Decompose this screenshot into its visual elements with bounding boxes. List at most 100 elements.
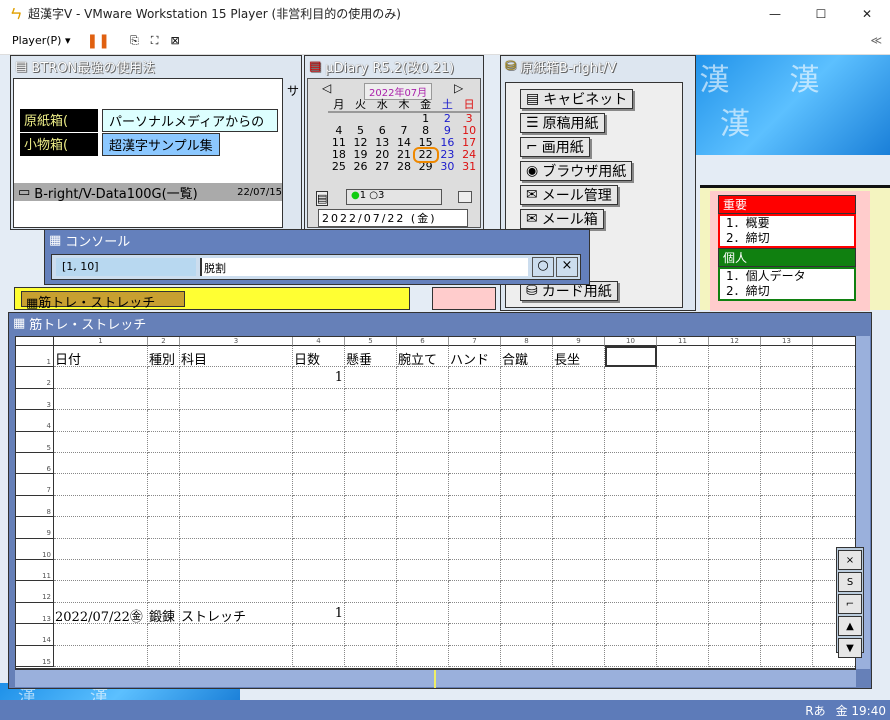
table-cell[interactable] [605, 495, 657, 518]
table-cell[interactable] [605, 581, 657, 603]
table-cell[interactable] [553, 581, 605, 603]
console-cancel-button[interactable]: × [556, 257, 578, 277]
table-cell[interactable] [345, 367, 397, 389]
table-cell[interactable] [54, 624, 148, 646]
table-cell[interactable] [148, 431, 180, 453]
table-cell[interactable] [605, 367, 657, 389]
table-cell[interactable] [709, 560, 761, 582]
column-header[interactable]: 3 [180, 337, 293, 346]
table-cell[interactable] [657, 388, 709, 411]
table-cell[interactable] [345, 388, 397, 411]
toolbox-button[interactable]: ⌐ [838, 594, 862, 614]
header-cell[interactable]: ハンド [449, 346, 501, 368]
table-cell[interactable] [709, 474, 761, 496]
table-cell[interactable] [293, 560, 345, 582]
row-header[interactable]: 12 [16, 581, 54, 603]
table-cell[interactable] [397, 495, 449, 518]
table-cell[interactable] [180, 538, 293, 560]
table-cell[interactable] [501, 538, 553, 560]
table-cell[interactable] [449, 431, 501, 453]
row-header[interactable]: 14 [16, 624, 54, 646]
table-cell[interactable] [293, 431, 345, 453]
table-cell[interactable] [397, 581, 449, 603]
day-cell[interactable]: 31 [458, 161, 480, 173]
column-header[interactable]: 4 [293, 337, 345, 346]
table-cell[interactable] [449, 624, 501, 646]
column-header[interactable]: 2 [148, 337, 180, 346]
table-cell[interactable] [180, 453, 293, 475]
table-cell[interactable] [293, 517, 345, 539]
table-cell[interactable] [501, 602, 553, 625]
table-cell[interactable] [553, 495, 605, 518]
table-cell[interactable] [657, 367, 709, 389]
table-cell[interactable] [345, 517, 397, 539]
template-button[interactable]: ☰ 原稿用紙 [520, 113, 605, 133]
table-cell[interactable] [761, 560, 813, 582]
table-cell[interactable] [553, 645, 605, 667]
table-cell[interactable] [449, 367, 501, 389]
table-cell[interactable] [449, 602, 501, 625]
table-cell[interactable] [54, 474, 148, 496]
table-cell[interactable] [657, 538, 709, 560]
template-button[interactable]: ✉ メール管理 [520, 185, 618, 205]
table-cell[interactable] [657, 624, 709, 646]
sheet-tab[interactable]: ▦筋トレ・ストレッチ [21, 291, 185, 311]
table-cell[interactable] [657, 581, 709, 603]
row-header[interactable]: 4 [16, 410, 54, 432]
table-cell[interactable] [657, 495, 709, 518]
table-cell[interactable] [501, 517, 553, 539]
table-cell[interactable] [553, 410, 605, 432]
table-cell[interactable] [180, 517, 293, 539]
header-cell[interactable]: 日数 [293, 346, 345, 368]
pause-button[interactable]: ❚❚ [86, 33, 109, 49]
table-cell[interactable] [605, 517, 657, 539]
table-cell[interactable] [449, 474, 501, 496]
table-cell[interactable] [180, 581, 293, 603]
table-cell[interactable] [605, 645, 657, 667]
table-cell[interactable]: 1 [293, 367, 345, 389]
minimize-button[interactable]: — [752, 7, 798, 21]
table-cell[interactable] [54, 410, 148, 432]
collapse-toolbar-button[interactable]: ≪ [870, 34, 882, 47]
table-cell[interactable] [148, 581, 180, 603]
day-cell[interactable]: 25 [328, 161, 350, 173]
memo-item[interactable]: 2．締切 [726, 284, 854, 299]
table-cell[interactable] [293, 453, 345, 475]
table-cell[interactable] [605, 453, 657, 475]
table-cell[interactable] [761, 431, 813, 453]
table-cell[interactable] [397, 624, 449, 646]
scroll-thumb[interactable] [434, 670, 436, 688]
template-button[interactable]: ✉ メール箱 [520, 209, 604, 229]
table-cell[interactable] [180, 474, 293, 496]
side-tab[interactable]: サ [287, 82, 299, 99]
table-cell[interactable] [345, 495, 397, 518]
table-cell[interactable] [449, 517, 501, 539]
table-cell[interactable] [709, 517, 761, 539]
table-cell[interactable] [657, 602, 709, 625]
table-cell[interactable] [813, 496, 855, 518]
table-cell[interactable] [553, 453, 605, 475]
table-cell[interactable] [449, 453, 501, 475]
table-cell[interactable] [345, 453, 397, 475]
table-cell[interactable] [397, 645, 449, 667]
column-header[interactable]: 8 [501, 337, 553, 346]
column-header[interactable]: 6 [397, 337, 449, 346]
table-cell[interactable] [709, 453, 761, 475]
table-cell[interactable] [709, 645, 761, 667]
table-cell[interactable] [813, 474, 855, 496]
table-cell[interactable] [501, 645, 553, 667]
table-cell[interactable] [148, 474, 180, 496]
table-cell[interactable] [501, 624, 553, 646]
column-header[interactable]: 12 [709, 337, 761, 346]
table-cell[interactable] [54, 581, 148, 603]
table-cell[interactable] [761, 517, 813, 539]
table-cell[interactable] [397, 410, 449, 432]
row-header[interactable]: 1 [16, 346, 54, 368]
table-cell[interactable] [553, 431, 605, 453]
table-cell[interactable] [345, 581, 397, 603]
table-cell[interactable] [501, 581, 553, 603]
table-cell[interactable] [709, 410, 761, 432]
table-cell[interactable] [345, 560, 397, 582]
table-cell[interactable] [148, 367, 180, 389]
table-cell[interactable] [761, 538, 813, 560]
